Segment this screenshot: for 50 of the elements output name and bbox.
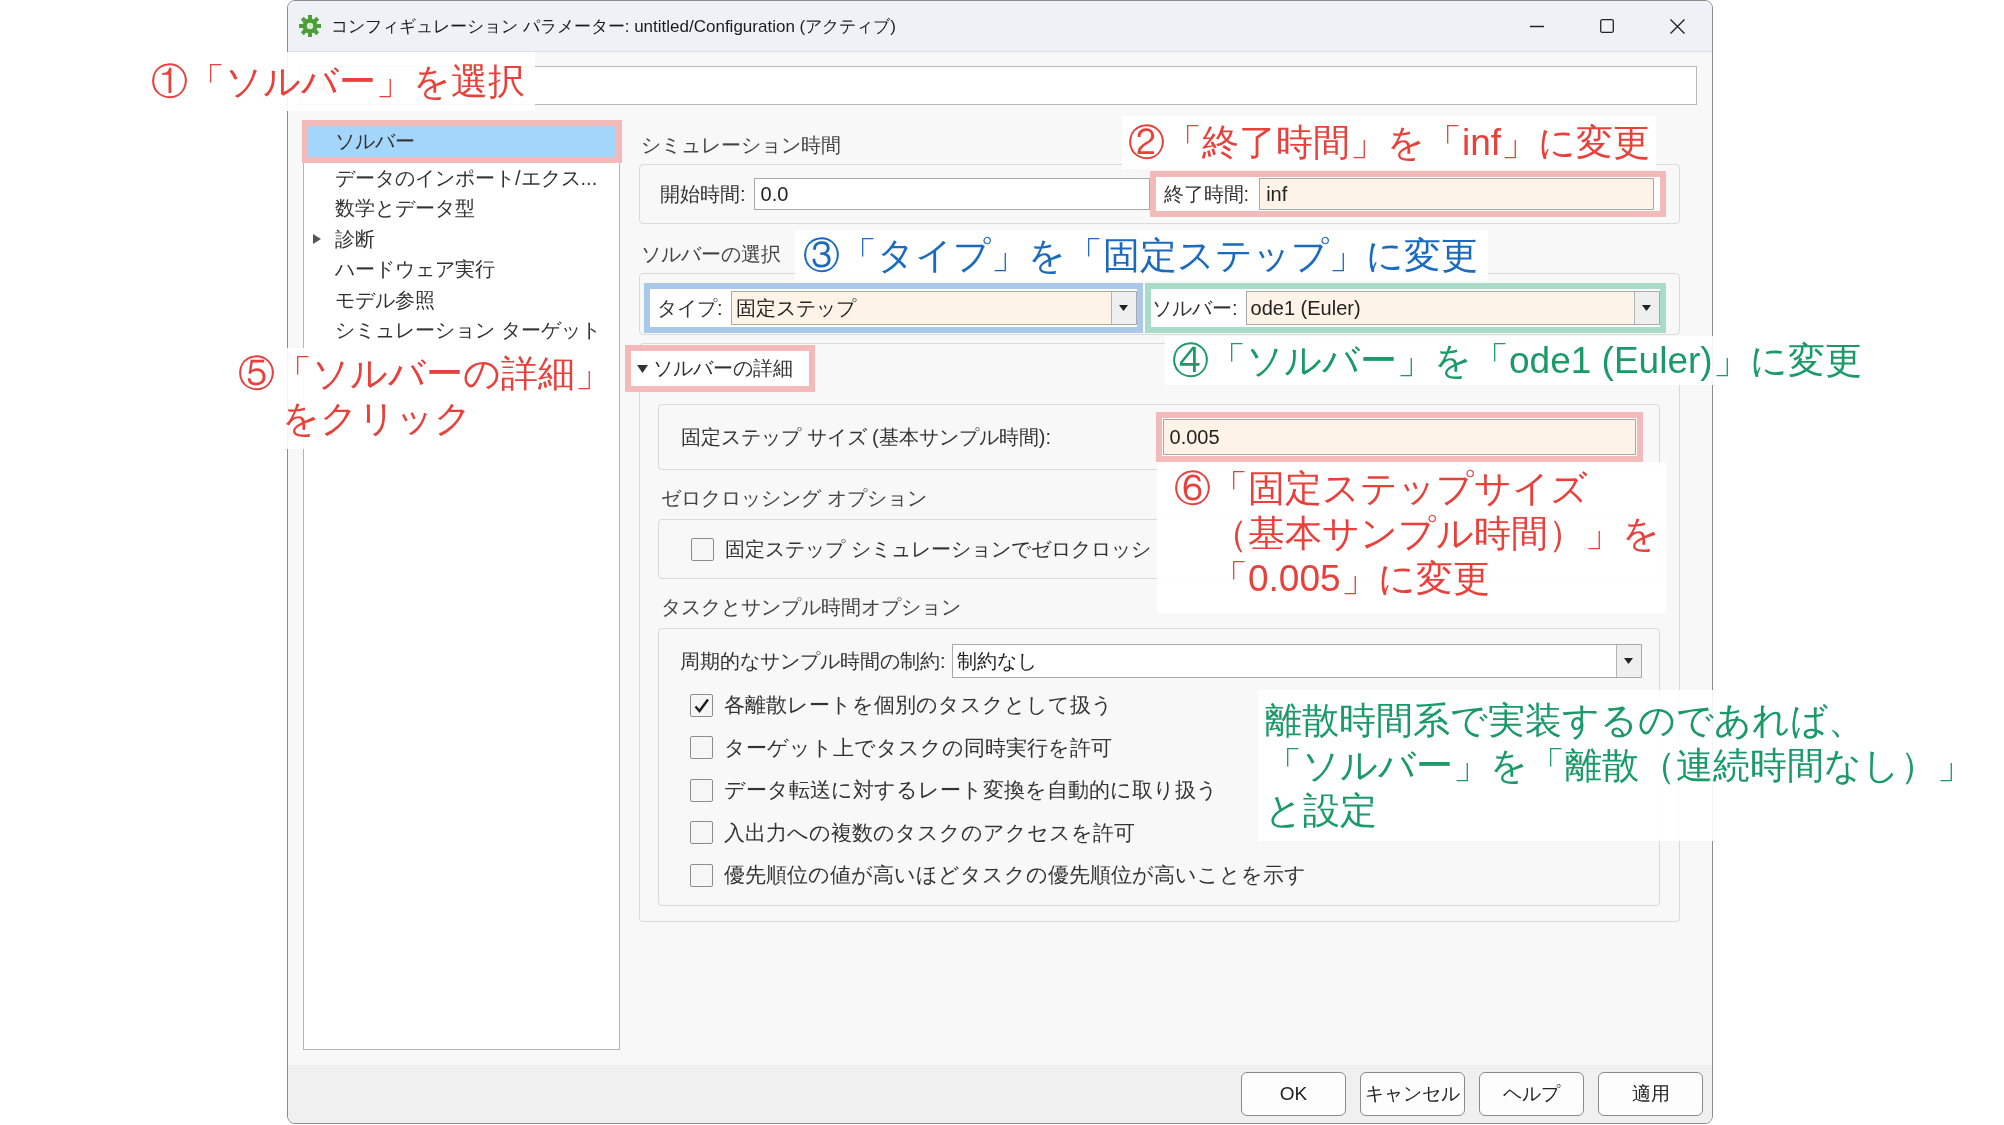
dialog-button[interactable]: 適用 bbox=[1598, 1072, 1703, 1116]
sidebar-item[interactable]: モデル参照 bbox=[308, 285, 616, 316]
expander-toggle[interactable]: ソルバーの詳細 bbox=[637, 355, 793, 382]
checkbox-label: ターゲット上でタスクの同時実行を許可 bbox=[724, 734, 1112, 761]
text-field[interactable]: 0.0 bbox=[753, 178, 1150, 210]
caret-icon bbox=[1615, 645, 1641, 677]
field-label: タイプ: bbox=[657, 295, 723, 321]
sidebar-item[interactable]: ハードウェア実行 bbox=[308, 254, 616, 285]
sidebar-item[interactable]: 診断 bbox=[308, 224, 616, 255]
checkbox[interactable] bbox=[690, 821, 713, 845]
dialog-button[interactable]: キャンセル bbox=[1360, 1072, 1465, 1116]
maximize-icon bbox=[1600, 19, 1614, 33]
dropdown[interactable]: ode1 (Euler) bbox=[1245, 291, 1660, 325]
field-label: 終了時間: bbox=[1163, 181, 1250, 207]
annotation-tooltip: ③「タイプ」を「固定ステップ」に変更 bbox=[795, 230, 1488, 281]
annotation-tooltip: ②「終了時間」を「inf」に変更 bbox=[1122, 116, 1657, 169]
gear-icon bbox=[299, 15, 321, 37]
checkbox-label: 優先順位の値が高いほどタスクの優先順位が高いことを示す bbox=[724, 862, 1306, 889]
checkbox-label: 入出力への複数のタスクのアクセスを許可 bbox=[724, 819, 1135, 846]
dropdown[interactable]: 固定ステップ bbox=[730, 291, 1137, 325]
annotation-tooltip: ⑥「固定ステップサイズ （基本サンプル時間）」を 「0.005」に変更 bbox=[1157, 462, 1666, 613]
field-label: 周期的なサンプル時間の制約: bbox=[680, 648, 946, 674]
checkbox[interactable] bbox=[690, 863, 713, 887]
checkbox[interactable] bbox=[690, 778, 713, 802]
sidebar-item[interactable]: シミュレーション ターゲット bbox=[308, 315, 616, 346]
checkbox[interactable] bbox=[690, 693, 713, 717]
checkbox-label: 各離散レートを個別のタスクとして扱う bbox=[724, 692, 1113, 719]
window-title: コンフィギュレーション パラメーター: untitled/Configuration (アクティブ) bbox=[331, 15, 896, 38]
field-label: 開始時間: bbox=[660, 181, 746, 207]
sidebar-item[interactable]: ソルバー bbox=[308, 126, 616, 157]
section-title: ゼロクロッシング オプション bbox=[660, 486, 927, 511]
section-title: タスクとサンプル時間オプション bbox=[660, 595, 961, 620]
dropdown[interactable]: 制約なし bbox=[951, 644, 1642, 678]
section-title: ソルバーの選択 bbox=[640, 242, 781, 267]
text-field[interactable]: 0.005 bbox=[1162, 419, 1636, 455]
close-icon bbox=[1669, 18, 1685, 34]
checkbox[interactable] bbox=[690, 736, 713, 760]
dialog-button[interactable]: ヘルプ bbox=[1479, 1072, 1584, 1116]
sidebar-item[interactable]: 数学とデータ型 bbox=[308, 193, 616, 224]
sidebar-item[interactable]: データのインポート/エクス... bbox=[308, 163, 616, 194]
checkbox[interactable] bbox=[691, 537, 714, 561]
section-title: シミュレーション時間 bbox=[640, 133, 841, 158]
caret-icon bbox=[1111, 292, 1136, 324]
dialog-button[interactable]: OK bbox=[1241, 1072, 1346, 1116]
text-field[interactable]: inf bbox=[1259, 178, 1654, 210]
field-label: ソルバー: bbox=[1152, 295, 1238, 321]
checkbox-label: データ転送に対するレート変換を自動的に取り扱う bbox=[724, 777, 1218, 804]
field-label: 固定ステップ サイズ (基本サンプル時間): bbox=[681, 424, 1051, 450]
checkbox-label: 固定ステップ シミュレーションでゼロクロッシ bbox=[725, 536, 1151, 562]
caret-icon bbox=[1633, 292, 1659, 324]
